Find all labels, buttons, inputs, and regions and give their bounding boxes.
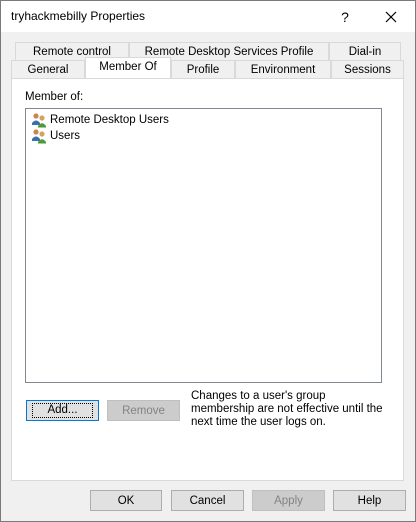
cancel-button[interactable]: Cancel [171, 490, 244, 511]
group-name: Users [50, 130, 81, 142]
tab-member-of[interactable]: Member Of [85, 57, 171, 78]
tab-sessions[interactable]: Sessions [331, 60, 404, 78]
group-icon [32, 113, 46, 128]
add-button[interactable]: Add... [26, 400, 99, 421]
tab-profile[interactable]: Profile [171, 60, 235, 78]
tab-dial-in[interactable]: Dial-in [329, 42, 401, 60]
group-name: Remote Desktop Users [50, 114, 169, 126]
add-button-label: Add... [32, 403, 93, 418]
remove-button[interactable]: Remove [107, 400, 180, 421]
close-icon [385, 11, 397, 22]
properties-dialog: tryhackmebilly Properties ? Remote contr… [0, 0, 416, 522]
help-button[interactable]: Help [333, 490, 406, 511]
member-of-label: Member of: [25, 91, 84, 103]
list-item[interactable]: Remote Desktop Users [31, 112, 169, 128]
tab-environment[interactable]: Environment [235, 60, 331, 78]
membership-note: Changes to a user's group membership are… [191, 390, 383, 428]
title-bar: tryhackmebilly Properties ? [1, 1, 415, 32]
group-icon [32, 129, 46, 144]
help-title-button[interactable]: ? [322, 1, 368, 32]
help-glyph: ? [341, 8, 349, 25]
tab-general[interactable]: General [11, 60, 85, 78]
list-item[interactable]: Users [31, 128, 80, 144]
apply-button[interactable]: Apply [252, 490, 325, 511]
member-of-list[interactable]: Remote Desktop Users Users [25, 108, 382, 383]
ok-button[interactable]: OK [90, 490, 162, 511]
close-button[interactable] [368, 1, 414, 32]
window-title: tryhackmebilly Properties [11, 9, 146, 23]
